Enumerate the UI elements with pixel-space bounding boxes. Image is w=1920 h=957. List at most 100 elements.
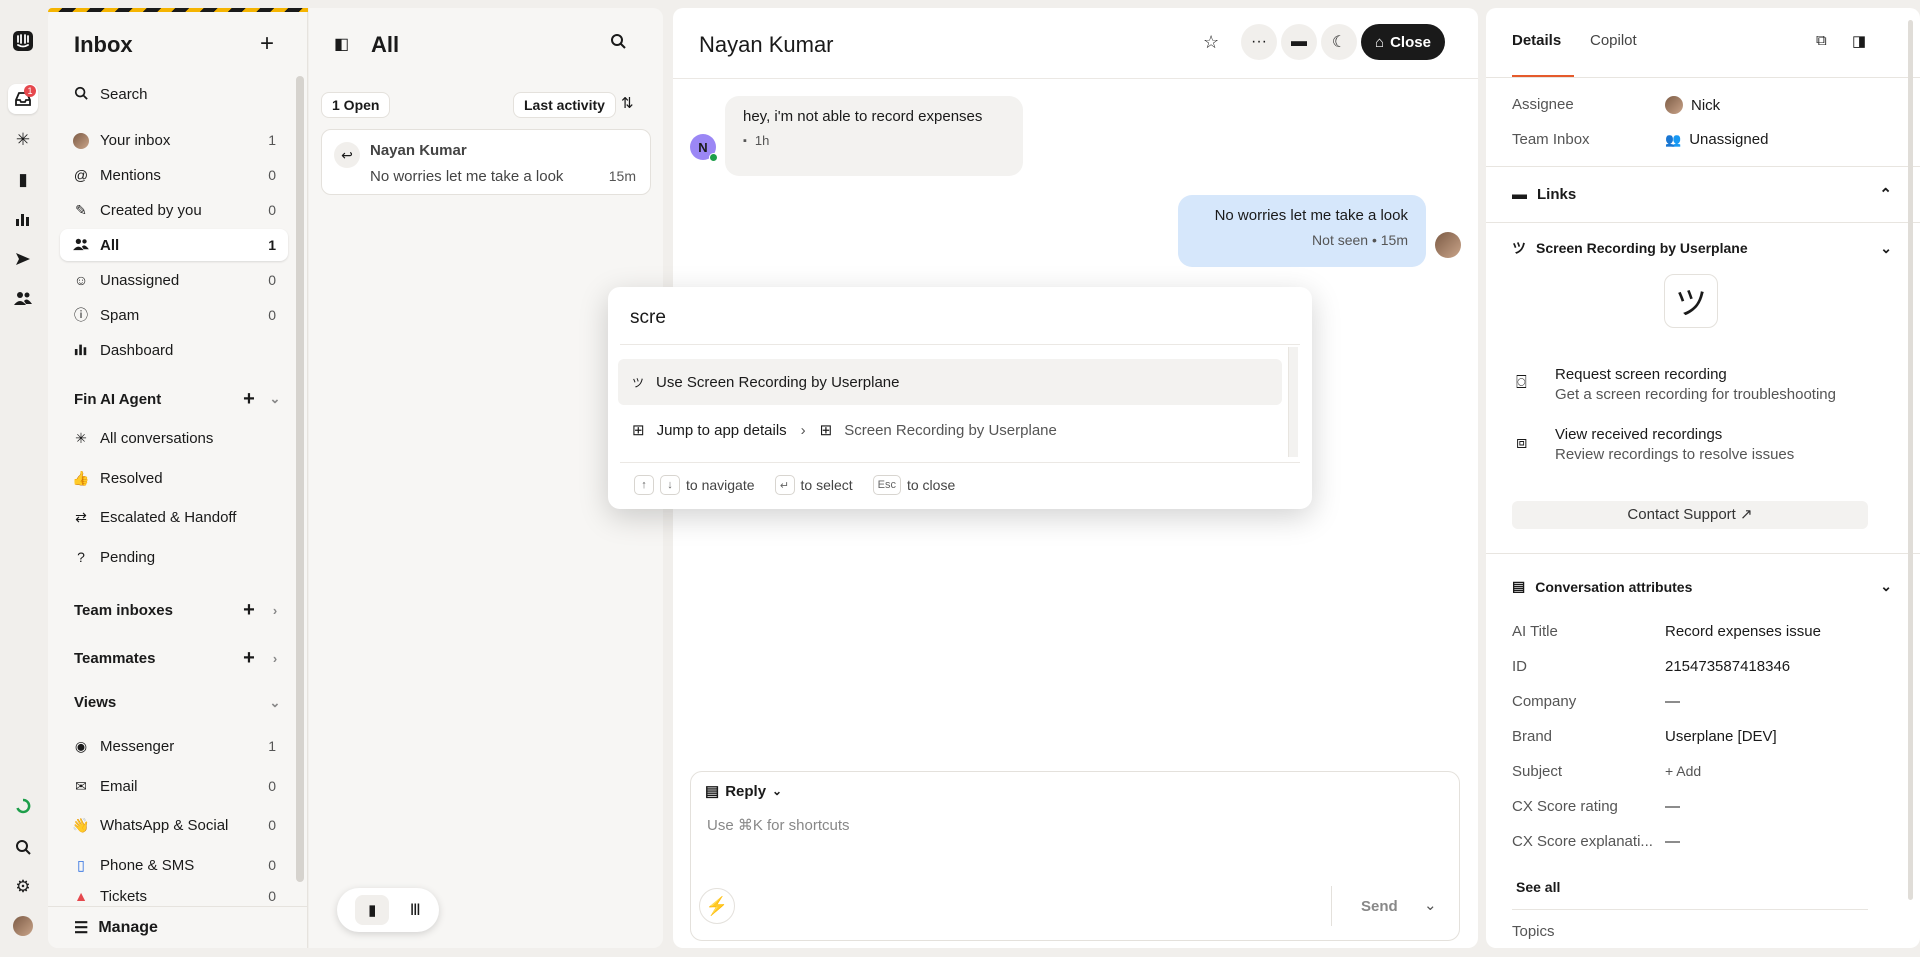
toggle-sidebar-icon[interactable]: ◧ bbox=[334, 34, 349, 54]
inbox-icon[interactable]: 1 bbox=[8, 84, 38, 114]
nav-item-all[interactable]: All 1 bbox=[60, 229, 288, 261]
reply-mode-dropdown[interactable]: ▤ Reply ⌄ bbox=[705, 782, 782, 801]
attr-row[interactable]: CX Score rating — bbox=[1512, 798, 1892, 815]
team-inboxes-header[interactable]: Team inboxes + › bbox=[74, 597, 288, 623]
request-recording-action[interactable]: Request screen recording Get a screen re… bbox=[1555, 366, 1895, 403]
toggle-panel-icon[interactable]: ◨ bbox=[1852, 32, 1866, 50]
contacts-icon[interactable] bbox=[8, 283, 38, 313]
see-all-link[interactable]: See all bbox=[1516, 879, 1560, 895]
chevron-down-icon: ⌄ bbox=[1880, 578, 1892, 594]
view-item-phone[interactable]: ▯ Phone & SMS 0 bbox=[60, 849, 288, 881]
conversation-attributes-header[interactable]: ▤ Conversation attributes ⌄ bbox=[1512, 578, 1892, 595]
handoff-icon: ⇄ bbox=[75, 508, 87, 525]
conversation-card[interactable]: ↩ Nayan Kumar No worries let me take a l… bbox=[321, 129, 651, 195]
view-item-whatsapp[interactable]: 👋 WhatsApp & Social 0 bbox=[60, 809, 288, 841]
attr-row[interactable]: CX Score explanati... — bbox=[1512, 833, 1892, 850]
list-title: All bbox=[371, 32, 400, 57]
open-external-icon[interactable]: ⧉ bbox=[1816, 32, 1827, 49]
close-conversation-button[interactable]: ⌂ Close bbox=[1361, 24, 1445, 60]
nav-item-created-by-you[interactable]: ✎ Created by you 0 bbox=[60, 194, 288, 226]
nav-item-label: All bbox=[100, 236, 120, 254]
nav-item-mentions[interactable]: @ Mentions 0 bbox=[60, 159, 288, 191]
chevron-right-icon[interactable]: › bbox=[262, 651, 288, 666]
teammates-header[interactable]: Teammates + › bbox=[74, 645, 288, 671]
intercom-logo-icon[interactable] bbox=[8, 26, 38, 56]
details-panel: Details Copilot ⧉ ◨ Assignee Nick Team I… bbox=[1486, 8, 1920, 948]
shortcuts-lightning-icon[interactable]: ⚡ bbox=[699, 888, 735, 924]
attr-row[interactable]: Subject + Add bbox=[1512, 763, 1892, 780]
attr-row[interactable]: ID 215473587418346 bbox=[1512, 658, 1892, 675]
chevron-down-icon[interactable]: ⌄ bbox=[262, 695, 288, 711]
view-recordings-action[interactable]: View received recordings Review recordin… bbox=[1555, 426, 1895, 463]
view-item-messenger[interactable]: ◉ Messenger 1 bbox=[60, 730, 288, 762]
attr-value: Userplane [DEV] bbox=[1665, 728, 1777, 745]
details-scrollbar[interactable] bbox=[1908, 20, 1913, 900]
fin-icon[interactable]: ✳ bbox=[8, 125, 38, 155]
palette-option-use-screen-recording[interactable]: ツ Use Screen Recording by Userplane bbox=[618, 359, 1282, 405]
fin-item-pending[interactable]: ? Pending bbox=[60, 541, 288, 573]
nav-item-count: 0 bbox=[268, 272, 276, 288]
chevron-right-icon[interactable]: › bbox=[262, 603, 288, 618]
sort-dropdown[interactable]: Last activity bbox=[513, 92, 616, 118]
attr-row[interactable]: Company — bbox=[1512, 693, 1892, 710]
nav-item-count: 1 bbox=[268, 132, 276, 148]
composer-input[interactable]: Use ⌘K for shortcuts bbox=[707, 816, 1407, 834]
view-item-tickets[interactable]: ▲ Tickets 0 bbox=[60, 888, 288, 908]
online-status-dot bbox=[709, 153, 718, 162]
attr-row[interactable]: Brand Userplane [DEV] bbox=[1512, 728, 1892, 745]
nav-item-your-inbox[interactable]: Your inbox 1 bbox=[60, 124, 288, 156]
command-input[interactable]: scre bbox=[630, 307, 666, 329]
agent-avatar[interactable] bbox=[1435, 232, 1461, 262]
send-button[interactable]: Send bbox=[1361, 898, 1398, 915]
add-subject-link[interactable]: + Add bbox=[1665, 763, 1701, 780]
fin-item-escalated[interactable]: ⇄ Escalated & Handoff bbox=[60, 501, 288, 533]
status-progress-icon[interactable] bbox=[8, 791, 38, 821]
columns-layout-icon[interactable]: Ⅲ bbox=[410, 900, 421, 920]
nav-item-dashboard[interactable]: Dashboard bbox=[60, 334, 288, 366]
search-icon[interactable] bbox=[8, 832, 38, 862]
links-section-header[interactable]: ▬ Links ⌃ bbox=[1512, 185, 1892, 204]
chevron-down-icon[interactable]: ⌄ bbox=[262, 391, 288, 407]
tab-copilot[interactable]: Copilot bbox=[1590, 32, 1637, 49]
nav-item-spam[interactable]: ⓘ Spam 0 bbox=[60, 299, 288, 331]
tab-details[interactable]: Details bbox=[1512, 32, 1561, 49]
arrow-down-key-icon: ↓ bbox=[660, 475, 680, 495]
view-item-email[interactable]: ✉ Email 0 bbox=[60, 770, 288, 802]
open-filter[interactable]: 1 Open bbox=[321, 92, 391, 118]
avatar-initial: N bbox=[698, 139, 708, 155]
knowledge-icon[interactable]: ▮ bbox=[8, 165, 38, 195]
snooze-moon-icon[interactable]: ☾ bbox=[1321, 24, 1357, 60]
user-avatar[interactable] bbox=[8, 911, 38, 941]
add-plus-icon[interactable]: + bbox=[236, 597, 262, 623]
nav-item-unassigned[interactable]: ☺ Unassigned 0 bbox=[60, 264, 288, 296]
assignee-row[interactable]: Assignee Nick bbox=[1512, 96, 1892, 114]
fin-section-header[interactable]: Fin AI Agent + ⌄ bbox=[74, 386, 288, 412]
unassigned-icon: ☺ bbox=[73, 272, 89, 288]
contact-support-button[interactable]: Contact Support ↗ bbox=[1512, 501, 1868, 529]
new-conversation-plus-icon[interactable]: + bbox=[260, 30, 274, 58]
settings-gear-icon[interactable]: ⚙ bbox=[8, 872, 38, 902]
palette-scrollbar[interactable] bbox=[1288, 347, 1298, 457]
more-options-icon[interactable]: ··· bbox=[1241, 24, 1277, 60]
add-plus-icon[interactable]: + bbox=[236, 386, 262, 412]
single-pane-layout-icon[interactable]: ▮ bbox=[355, 895, 390, 925]
team-inbox-row[interactable]: Team Inbox 👥 Unassigned bbox=[1512, 131, 1892, 148]
list-search-icon[interactable] bbox=[610, 33, 626, 53]
nav-search[interactable]: Search bbox=[60, 78, 288, 110]
attr-row[interactable]: AI Title Record expenses issue bbox=[1512, 623, 1892, 640]
add-plus-icon[interactable]: + bbox=[236, 645, 262, 671]
reports-icon[interactable] bbox=[8, 204, 38, 234]
send-options-chevron-icon[interactable]: ⌄ bbox=[1424, 896, 1437, 914]
fin-item-all-conversations[interactable]: ✳ All conversations bbox=[60, 422, 288, 454]
conversation-contact-name: Nayan Kumar bbox=[699, 32, 834, 57]
sort-order-icon[interactable]: ⇅ bbox=[621, 94, 634, 112]
ticket-convert-icon[interactable]: ▬ bbox=[1281, 24, 1317, 60]
views-header[interactable]: Views ⌄ bbox=[74, 694, 288, 711]
app-section-header[interactable]: ツ Screen Recording by Userplane ⌄ bbox=[1512, 238, 1892, 258]
star-icon[interactable]: ☆ bbox=[1203, 32, 1219, 53]
fin-item-resolved[interactable]: 👍 Resolved bbox=[60, 462, 288, 494]
palette-option-jump-to-app[interactable]: ⊞ Jump to app details › ⊞ Screen Recordi… bbox=[618, 407, 1282, 453]
outbound-icon[interactable] bbox=[8, 244, 38, 274]
manage-button[interactable]: ☰ Manage bbox=[74, 918, 158, 938]
nav-scrollbar[interactable] bbox=[296, 76, 304, 882]
